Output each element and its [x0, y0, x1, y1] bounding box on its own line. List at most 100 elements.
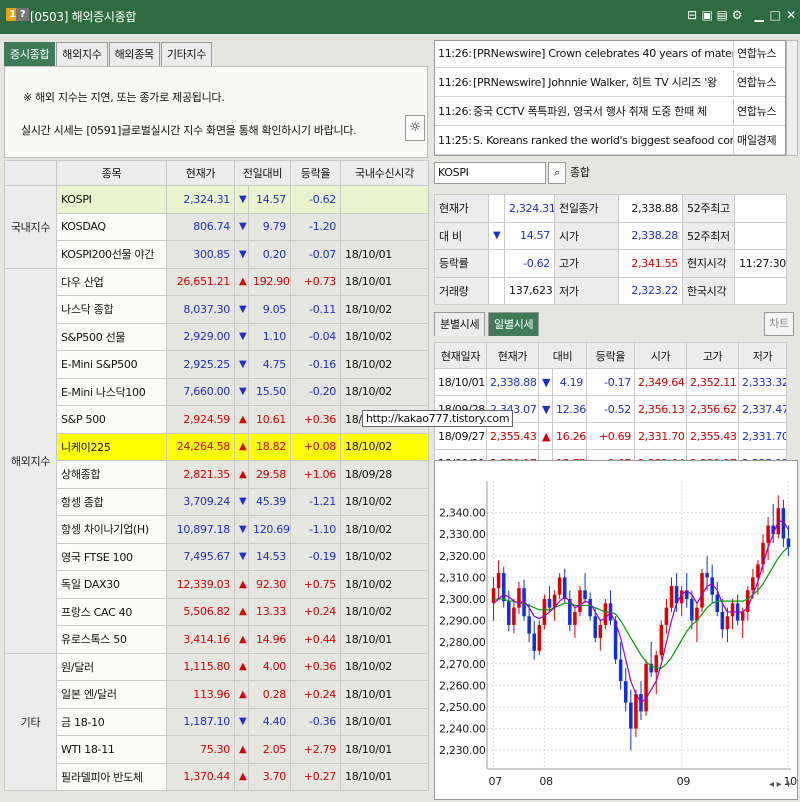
tab-market-summary[interactable]: 증시종합 — [4, 42, 56, 66]
tab-foreign-stocks[interactable]: 해외종목 — [108, 42, 160, 66]
candle-body — [669, 586, 674, 608]
stock-name[interactable]: S&P500 선물 — [56, 322, 167, 351]
table-row[interactable]: KOSPI200선물 야간 300.85 ▼ 0.20 -0.07 18/10/01 — [5, 240, 429, 269]
stock-name[interactable]: E-Mini 나스닥100 — [56, 377, 167, 406]
news-headline[interactable]: 중국 CCTV 폭특파원, 영국서 행사 취재 도중 한때 체 — [473, 99, 759, 125]
table-row[interactable]: 니케이22524,264.58▲18.82+0.0818/10/0211:07:… — [5, 432, 429, 461]
table-row[interactable]: 상해종합2,821.35▲29.58+1.0618/09/2816:01:04 — [5, 460, 429, 489]
change-cell: 92.30 — [248, 570, 291, 599]
stock-name[interactable]: 금 18-10 — [56, 707, 167, 736]
table-row[interactable]: 항셍 차이나기업(H) 10,897.18 ▼ 120.69 -1.10 18/10/02… — [5, 515, 429, 544]
table-row[interactable]: 나스닥 종합8,037.30▼9.05-0.1118/10/0205:01:59 — [5, 295, 429, 324]
table-row[interactable]: E-Mini 나스닥100 7,660.00 ▼ 15.50 -0.20 18/10/02… — [5, 377, 429, 406]
table-row[interactable]: 국내지수KOSPI2,324.31▼14.57-0.6211:27:30 — [4, 185, 429, 269]
tab-other-index[interactable]: 기타지수 — [160, 42, 213, 66]
search-icon[interactable]: ⌕ — [548, 162, 566, 184]
news-item[interactable]: 11:26: [PRNewswire] Crown celebrates 40 y… — [435, 41, 785, 68]
tab-foreign-index[interactable]: 해외지수 — [56, 42, 108, 66]
tab-daily-quotes[interactable]: 일별시세 — [488, 312, 540, 336]
news-scrollbar[interactable] — [786, 40, 798, 156]
moving-average-short — [493, 520, 789, 704]
col-pct-header[interactable]: 등락율 — [290, 160, 341, 186]
daily-col-header[interactable]: 고가 — [686, 342, 740, 369]
candle-body — [634, 694, 638, 729]
daily-col-header[interactable]: 현재일자 — [434, 342, 487, 369]
zoom-controls-icon[interactable]: ◂ ▸ + — [769, 779, 793, 790]
table-row[interactable]: 영국 FTSE 1007,495.67▼14.53-0.1918/10/0200… — [5, 542, 429, 571]
candle-body — [593, 616, 598, 638]
date-cell: 18/10/02 — [340, 570, 429, 599]
table-row[interactable]: KOSDAQ806.74▼9.79-1.2011:27:30 — [5, 212, 429, 241]
stock-name[interactable]: 다우 산업 — [56, 267, 167, 296]
daily-col-header[interactable]: 등락율 — [586, 342, 636, 369]
table-row[interactable]: 금 18-10 1,187.10 ▼ 4.40 -0.36 18/10/01 — [5, 707, 429, 736]
stock-name[interactable]: E-Mini S&P500 — [56, 350, 167, 379]
price-cell: 75.30 — [166, 735, 235, 764]
symbol-search-input[interactable]: KOSPI — [434, 162, 546, 184]
daily-col-header[interactable]: 저가 — [738, 342, 788, 369]
table-row[interactable]: 기타원/달러1,115.80▲4.00+0.3618/10/0211:27:32 — [4, 652, 429, 791]
daily-col-header[interactable]: 시가 — [634, 342, 688, 369]
stock-name[interactable]: 항셍 차이나기업(H) — [56, 515, 167, 544]
price-cell: 24,264.58 — [166, 432, 235, 461]
col-price-header[interactable]: 현재가 — [166, 160, 235, 186]
stock-name[interactable]: 상해종합 — [56, 460, 167, 489]
change-cell: 0.20 — [248, 240, 291, 269]
stock-name[interactable]: KOSDAQ — [56, 212, 167, 241]
stock-name[interactable]: 나스닥 종합 — [56, 295, 167, 324]
stock-name[interactable]: 원/달러 — [56, 652, 167, 681]
x-tick-label: 09 — [677, 775, 691, 788]
news-item[interactable]: 11:25: S. Koreans ranked the world's bigg… — [435, 128, 785, 155]
stock-name[interactable]: 프랑스 CAC 40 — [56, 597, 167, 626]
save-icon[interactable]: ▣ — [700, 8, 714, 22]
change-cell: 10.61 — [248, 405, 291, 434]
col-change-header[interactable]: 전일대비 — [234, 160, 291, 186]
help-icon[interactable]: ? — [16, 8, 29, 21]
col-name-header[interactable]: 종목 — [56, 160, 167, 186]
news-headline[interactable]: [PRNewswire] Johnnie Walker, 히트 TV 시리즈 '… — [473, 70, 759, 96]
table-row[interactable]: 프랑스 CAC 405,506.82▲13.33+0.2418/10/0200:… — [5, 597, 429, 626]
minimize-icon[interactable]: ▁ — [752, 8, 766, 22]
stock-name[interactable]: 항셍 종합 — [56, 487, 167, 516]
settings-icon[interactable]: ⚙ — [730, 8, 744, 22]
daily-row[interactable]: 18/10/01 2,338.88 ▼ 4.19 -0.17 2,349.64 2,352.… — [434, 368, 788, 396]
maximize-icon[interactable]: □ — [768, 8, 782, 22]
stock-name[interactable]: 독일 DAX30 — [56, 570, 167, 599]
stock-name[interactable]: 일본 엔/달러 — [56, 680, 167, 709]
table-row[interactable]: S&P500 선물2,929.00▼1.10-0.0418/10/0208:12… — [5, 322, 429, 351]
stock-name[interactable]: 필라델피아 반도체 — [56, 762, 167, 791]
gear-icon[interactable]: ☼ — [405, 115, 425, 141]
stock-name[interactable]: KOSPI200선물 야간 — [56, 240, 167, 269]
date-cell: 18/10/02 — [340, 322, 429, 351]
stock-name[interactable]: KOSPI — [56, 185, 167, 214]
chart-button[interactable]: 차트 — [764, 312, 794, 336]
news-headline[interactable]: S. Koreans ranked the world's biggest se… — [473, 128, 759, 154]
stock-name[interactable]: 니케이225 — [56, 432, 167, 461]
price-cell: 12,339.03 — [166, 570, 235, 599]
news-item[interactable]: 11:26: [PRNewswire] Johnnie Walker, 히트 TV… — [435, 70, 785, 97]
print-icon[interactable]: ▤ — [715, 8, 729, 22]
pin-icon[interactable]: ⊟ — [685, 8, 699, 22]
table-row[interactable]: 해외지수 다우 산업 26,651.21 ▲ 192.90 +0.73 18/10/01 — [4, 267, 429, 654]
news-item[interactable]: 11:26: 중국 CCTV 폭특파원, 영국서 행사 취재 도중 한때 체 연합뉴… — [435, 99, 785, 126]
table-row[interactable]: 필라델피아 반도체 1,370.44 ▲ 3.70 +0.27 18/10/01 — [5, 762, 429, 791]
close-icon[interactable]: ✕ — [784, 8, 798, 22]
table-row[interactable]: 일본 엔/달러 113.96 ▲ 0.28 +0.24 18/10/01 — [5, 680, 429, 709]
table-row[interactable]: 유로스톡스 50 3,414.16 ▲ 14.96 +0.44 18/10/01 — [5, 625, 429, 654]
stock-name[interactable]: WTI 18-11 — [56, 735, 167, 764]
col-time-header[interactable]: 국내수신시각 — [340, 160, 429, 186]
table-row[interactable]: E-Mini S&P5002,925.25▼4.75-0.1618/10/021… — [5, 350, 429, 379]
news-headline[interactable]: [PRNewswire] Crown celebrates 40 years o… — [473, 41, 759, 67]
stock-name[interactable]: 유로스톡스 50 — [56, 625, 167, 654]
tab-minute-quotes[interactable]: 분별시세 — [434, 312, 486, 336]
quote-row: 거래량 137,623 저가 2,323.22 한국시각 — [434, 276, 787, 305]
daily-col-header[interactable]: 대비 — [537, 342, 588, 369]
stock-name[interactable]: S&P 500 — [56, 405, 167, 434]
stock-name[interactable]: 영국 FTSE 100 — [56, 542, 167, 571]
pct-cell: +0.24 — [290, 597, 341, 626]
direction-icon: ▼ — [234, 377, 249, 406]
table-row[interactable]: WTI 18-11 75.30 ▲ 2.05 +2.79 18/10/01 — [5, 735, 429, 764]
table-row[interactable]: 독일 DAX3012,339.03▲92.30+0.7518/10/0200:3… — [5, 570, 429, 599]
table-row[interactable]: 항셍 종합3,709.24▼45.39-1.2118/10/0211:12:32 — [5, 487, 429, 516]
daily-col-header[interactable]: 현재가 — [486, 342, 539, 369]
